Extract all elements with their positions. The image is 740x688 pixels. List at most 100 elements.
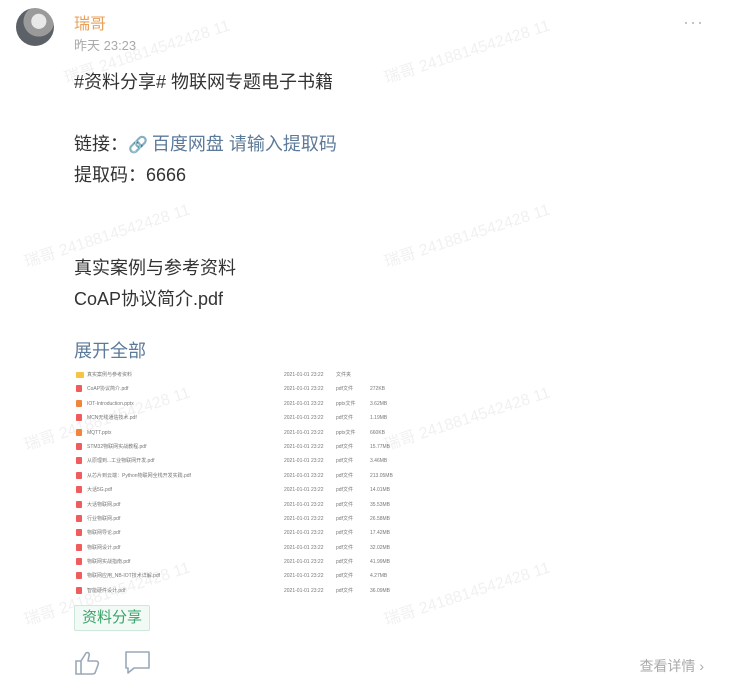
pdf-file-icon xyxy=(76,414,82,422)
watermark: 瑞哥 2418814542428 11 xyxy=(382,201,553,272)
chevron-right-icon: › xyxy=(699,658,704,674)
file-date: 2021-01-01 23:22 xyxy=(284,400,324,407)
file-type: pdf文件 xyxy=(336,458,353,465)
file-type: pdf文件 xyxy=(336,544,353,551)
file-date: 2021-01-01 23:22 xyxy=(284,501,324,508)
file-size: 32.02MB xyxy=(370,544,391,551)
file-size: 15.77MB xyxy=(370,443,391,450)
file-type: pdf文件 xyxy=(336,530,353,537)
avatar[interactable] xyxy=(16,8,54,46)
file-name: CoAP协议简介.pdf xyxy=(87,386,129,393)
file-date: 2021-01-01 23:22 xyxy=(284,372,324,378)
thumbs-up-icon[interactable] xyxy=(74,650,102,681)
file-size: 1.19MB xyxy=(370,415,388,422)
file-name: 真实案例与参考资料 xyxy=(87,372,133,378)
file-size: 36.09MB xyxy=(370,587,391,594)
pdf-file-icon xyxy=(76,500,82,508)
file-name: 物联网实战指南.pdf xyxy=(87,559,131,566)
file-type: pdf文件 xyxy=(336,573,353,580)
post-time: 昨天 23:23 xyxy=(74,38,137,53)
pdf-file-icon xyxy=(76,529,82,537)
file-row: 从原理到...工业物联网开发.pdf 2021-01-01 23:22 pdf文件 3… xyxy=(74,454,534,468)
file-row: 物联网应用_NB-IOT技术详解.pdf 2021-01-01 23:22 pdf文… xyxy=(74,569,534,583)
file-row: 大话物联网.pdf 2021-01-01 23:22 pdf文件 35.53MB xyxy=(74,498,534,512)
file-date: 2021-01-01 23:22 xyxy=(284,443,324,450)
file-name: IOT-Introduction.pptx xyxy=(87,400,134,407)
file-row: 从芯片到云端：Python物联网全栈开发实践.pdf 2021-01-01 23:… xyxy=(74,469,534,483)
file-date: 2021-01-01 23:22 xyxy=(284,415,324,422)
file-name: 物联网应用_NB-IOT技术详解.pdf xyxy=(87,573,161,580)
file-row: 物联网实战指南.pdf 2021-01-01 23:22 pdf文件 41.99MB xyxy=(74,555,534,569)
file-type: pdf文件 xyxy=(336,501,353,508)
file-size: 3.62MB xyxy=(370,400,388,407)
file-date: 2021-01-01 23:22 xyxy=(284,515,324,522)
pdf-file-icon xyxy=(76,558,82,566)
file-name: 物联网设计.pdf xyxy=(87,544,121,551)
content-line-pdf: CoAP协议简介.pdf xyxy=(74,289,224,309)
file-size: 35.53MB xyxy=(370,501,391,508)
file-name: 从芯片到云端：Python物联网全栈开发实践.pdf xyxy=(87,472,191,479)
link-icon: 🔗 xyxy=(128,137,148,154)
file-row: 物联网导论.pdf 2021-01-01 23:22 pdf文件 17.42MB xyxy=(74,526,534,540)
file-row: MCN无线通信技术.pdf 2021-01-01 23:22 pdf文件 1.19MB xyxy=(74,411,534,425)
pdf-file-icon xyxy=(76,486,82,494)
comment-icon[interactable] xyxy=(124,650,152,681)
file-row: MQTT.pptx 2021-01-01 23:22 pptx文件 660KB xyxy=(74,426,534,440)
pdf-file-icon xyxy=(76,385,82,393)
file-date: 2021-01-01 23:22 xyxy=(284,429,324,436)
file-size: 272KB xyxy=(370,386,386,393)
pdf-file-icon xyxy=(76,514,82,522)
file-date: 2021-01-01 23:22 xyxy=(284,587,324,594)
content-line-case: 真实案例与参考资料 xyxy=(74,258,236,278)
file-size: 14.01MB xyxy=(370,487,391,494)
file-date: 2021-01-01 23:22 xyxy=(284,458,324,465)
file-size: 17.42MB xyxy=(370,530,391,537)
file-row: 物联网设计.pdf 2021-01-01 23:22 pdf文件 32.02MB xyxy=(74,541,534,555)
file-row: STM32物联网实战教程.pdf 2021-01-01 23:22 pdf文件 15.… xyxy=(74,440,534,454)
topic-tag[interactable]: 资料分享 xyxy=(74,605,151,631)
file-type: pdf文件 xyxy=(336,487,353,494)
more-options-icon[interactable]: ··· xyxy=(683,12,704,33)
baidu-pan-link[interactable]: 百度网盘 请输入提取码 xyxy=(152,134,337,154)
folder-icon xyxy=(76,372,84,378)
file-size: 41.99MB xyxy=(370,559,391,566)
file-size: 660KB xyxy=(370,429,386,436)
expand-all-link[interactable]: 展开全部 xyxy=(74,337,146,363)
watermark: 瑞哥 2418814542428 11 xyxy=(382,17,553,88)
file-type: 文件夹 xyxy=(336,372,352,378)
file-type: pdf文件 xyxy=(336,587,353,594)
file-date: 2021-01-01 23:22 xyxy=(284,472,324,479)
file-name: STM32物联网实战教程.pdf xyxy=(87,443,147,450)
file-date: 2021-01-01 23:22 xyxy=(284,530,324,537)
author-name[interactable]: 瑞哥 xyxy=(74,10,106,34)
file-row: 真实案例与参考资料 2021-01-01 23:22 文件夹 xyxy=(74,368,534,382)
file-list-image[interactable]: 真实案例与参考资料 2021-01-01 23:22 文件夹 CoAP协议简介.pdf… xyxy=(74,368,534,596)
file-row: IOT-Introduction.pptx 2021-01-01 23:22 ppt… xyxy=(74,397,534,411)
file-type: pdf文件 xyxy=(336,472,353,479)
pdf-file-icon xyxy=(76,572,82,580)
file-date: 2021-01-01 23:22 xyxy=(284,487,324,494)
file-row: 大话5G.pdf 2021-01-01 23:22 pdf文件 14.01MB xyxy=(74,483,534,497)
file-size: 3.46MB xyxy=(370,458,388,465)
file-type: pdf文件 xyxy=(336,515,353,522)
link-line: 链接：🔗 百度网盘 请输入提取码 xyxy=(74,132,337,158)
view-detail-label: 查看详情 xyxy=(639,658,696,674)
file-name: 行业物联网.pdf xyxy=(87,515,121,522)
file-name: 智能硬件设计.pdf xyxy=(87,587,126,594)
view-detail-link[interactable]: 查看详情 › xyxy=(639,656,704,676)
pptx-file-icon xyxy=(76,399,82,407)
file-name: MQTT.pptx xyxy=(87,429,112,436)
pdf-file-icon xyxy=(76,457,82,465)
extract-code: 提取码：6666 xyxy=(74,165,187,185)
file-name: 大话5G.pdf xyxy=(87,487,113,494)
file-type: pdf文件 xyxy=(336,386,353,393)
file-name: 大话物联网.pdf xyxy=(87,501,121,508)
file-row: CoAP协议简介.pdf 2021-01-01 23:22 pdf文件 272KB xyxy=(74,382,534,396)
file-size: 26.58MB xyxy=(370,515,391,522)
pdf-file-icon xyxy=(76,543,82,551)
pdf-file-icon xyxy=(76,586,82,594)
pptx-file-icon xyxy=(76,428,82,436)
file-date: 2021-01-01 23:22 xyxy=(284,544,324,551)
file-type: pptx文件 xyxy=(336,429,356,436)
post-title: #资料分享# 物联网专题电子书籍 xyxy=(74,72,334,92)
